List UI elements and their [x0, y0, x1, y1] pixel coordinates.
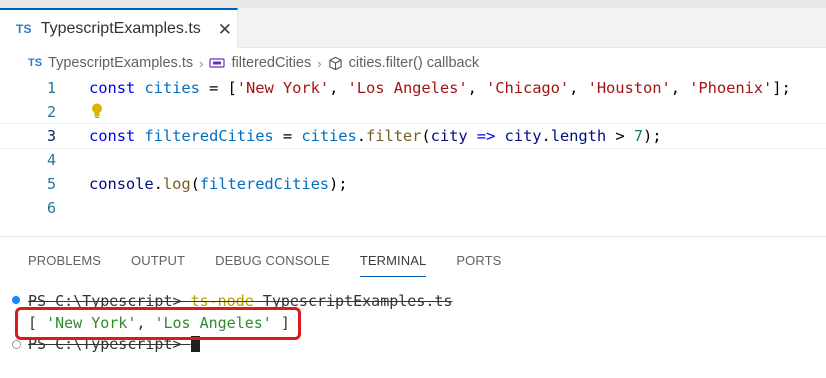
line-number: 3: [46, 127, 56, 145]
code-line: 5 console.log(filteredCities);: [0, 172, 826, 196]
panel-tab-bar: PROBLEMS OUTPUT DEBUG CONSOLE TERMINAL P…: [28, 248, 531, 277]
breadcrumb-variable[interactable]: filteredCities: [231, 55, 311, 71]
tab-terminal[interactable]: TERMINAL: [359, 248, 427, 277]
breadcrumb-file[interactable]: TypescriptExamples.ts: [48, 55, 193, 71]
breadcrumb-method[interactable]: cities.filter() callback: [349, 55, 480, 71]
code-editor[interactable]: 1 const cities = ['New York', 'Los Angel…: [0, 76, 826, 226]
tab-label: TypescriptExamples.ts: [40, 20, 201, 37]
close-icon[interactable]: ✕: [218, 21, 232, 38]
variable-icon: [209, 56, 226, 70]
tab-problems[interactable]: PROBLEMS: [28, 248, 101, 274]
line-number: 5: [46, 175, 56, 193]
chevron-right-icon: ›: [199, 55, 204, 71]
editor-tab-bar: TS TypescriptExamples.ts ✕: [0, 8, 826, 48]
typescript-file-icon: TS: [16, 22, 32, 36]
typescript-file-icon: TS: [28, 57, 43, 69]
code-line: 6: [0, 196, 826, 220]
tab-typescriptexamples[interactable]: TS TypescriptExamples.ts ✕: [0, 8, 238, 48]
method-cube-icon: [328, 56, 343, 71]
code-line: 1 const cities = ['New York', 'Los Angel…: [0, 76, 826, 100]
code-line-current: 3 const filteredCities = cities.filter(c…: [0, 123, 826, 149]
tab-debug-console[interactable]: DEBUG CONSOLE: [215, 248, 330, 274]
breadcrumb: TS TypescriptExamples.ts › filteredCitie…: [0, 52, 479, 74]
output-highlight-box: [15, 307, 301, 340]
chevron-right-icon: ›: [317, 55, 322, 71]
line-number: 2: [46, 103, 56, 121]
line-number: 6: [46, 199, 56, 217]
code-text: const cities = ['New York', 'Los Angeles…: [89, 79, 791, 97]
command-success-icon[interactable]: [12, 296, 20, 304]
tab-ports[interactable]: PORTS: [456, 248, 501, 274]
code-line: 4: [0, 148, 826, 172]
code-text: console.log(filteredCities);: [89, 175, 348, 193]
panel-divider: [0, 236, 826, 237]
tab-output[interactable]: OUTPUT: [131, 248, 185, 274]
code-line: 2: [0, 100, 826, 124]
code-text: const filteredCities = cities.filter(cit…: [89, 127, 662, 145]
title-strip: [0, 0, 826, 8]
line-number: 4: [46, 151, 56, 169]
lightbulb-icon[interactable]: [90, 102, 104, 125]
line-number: 1: [46, 79, 56, 97]
command-pending-icon: [12, 340, 21, 349]
